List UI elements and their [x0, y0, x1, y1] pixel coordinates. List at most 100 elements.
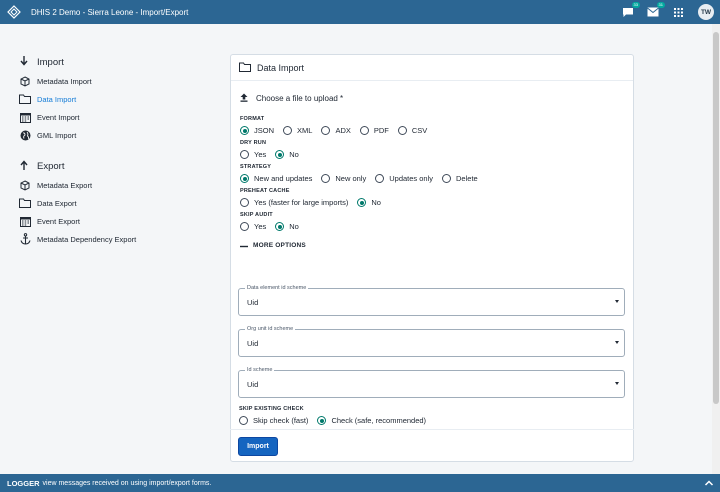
- radio-selected: [275, 222, 285, 231]
- format-option-adx[interactable]: ADX: [321, 126, 351, 135]
- sidebar-item-metadata-dependency-export[interactable]: Metadata Dependency Export: [18, 230, 218, 248]
- strategy-option-updates-only[interactable]: Updates only: [375, 174, 433, 183]
- format-option-csv[interactable]: CSV: [397, 126, 427, 135]
- radio-label: PDF: [373, 126, 389, 135]
- preheat-cache-option-yes[interactable]: Yes (faster for large imports): [240, 198, 348, 207]
- format-radio-group: JSON XML ADX PDF CSV: [240, 124, 633, 137]
- sidebar-item-data-import[interactable]: Data Import: [18, 90, 218, 108]
- radio-label: New only: [335, 174, 367, 183]
- apps-menu-button[interactable]: [671, 5, 685, 19]
- select-value: Uid: [247, 339, 259, 348]
- sidebar-item-label: Data Export: [37, 198, 77, 208]
- dry-run-option-yes[interactable]: Yes: [240, 150, 266, 159]
- data-import-card: Data Import Choose a file to upload * FO…: [230, 54, 634, 462]
- strategy-option-new-and-updates[interactable]: New and updates: [240, 174, 312, 183]
- preheat-cache-option-no[interactable]: No: [357, 198, 381, 207]
- skip-existing-option-skip[interactable]: Skip check (fast): [239, 416, 308, 425]
- upload-label: Choose a file to upload *: [256, 93, 344, 103]
- sidebar-item-event-import[interactable]: Event Import: [18, 108, 218, 126]
- sidebar-item-metadata-import[interactable]: Metadata Import: [18, 72, 218, 90]
- radio-label: Delete: [456, 174, 478, 183]
- select-label: Org unit id scheme: [245, 326, 296, 332]
- radio-label: Yes: [254, 150, 267, 159]
- format-option-pdf[interactable]: PDF: [359, 126, 389, 135]
- radio-label: Check (safe, recommended): [331, 416, 427, 425]
- sidebar-item-metadata-export[interactable]: Metadata Export: [18, 176, 218, 194]
- format-label: FORMAT: [240, 116, 265, 122]
- skip-existing-option-check[interactable]: Check (safe, recommended): [317, 416, 426, 425]
- arrow-down-icon: [18, 55, 30, 69]
- radio-unselected: [359, 126, 369, 135]
- radio-unselected: [375, 174, 385, 183]
- dry-run-label: DRY RUN: [240, 140, 267, 146]
- id-scheme-select[interactable]: Id scheme Uid: [238, 367, 625, 398]
- interpretations-button[interactable]: 33: [621, 2, 640, 19]
- dry-run-radio-group: Yes No: [240, 148, 633, 161]
- export-section-title: Export: [37, 160, 65, 172]
- skip-existing-check-radio-group: Skip check (fast) Check (safe, recommend…: [239, 414, 435, 427]
- data-element-id-scheme-select[interactable]: Data element id scheme Uid: [238, 285, 625, 316]
- sidebar-item-gml-import[interactable]: GML Import: [18, 126, 218, 144]
- org-unit-id-scheme-select[interactable]: Org unit id scheme Uid: [238, 326, 625, 357]
- radio-unselected: [442, 174, 452, 183]
- messages-badge: 31: [656, 2, 665, 8]
- sidebar-item-data-export[interactable]: Data Export: [18, 194, 218, 212]
- radio-label: ADX: [335, 126, 351, 135]
- radio-label: Yes: [254, 222, 267, 231]
- radio-unselected: [283, 126, 293, 135]
- chevron-up-icon[interactable]: [704, 478, 714, 488]
- app-header: DHIS 2 Demo - Sierra Leone - Import/Expo…: [0, 0, 720, 24]
- export-section-header: Export: [18, 156, 218, 176]
- caret-down-icon: [615, 341, 619, 344]
- user-avatar[interactable]: TW: [698, 4, 714, 20]
- sidebar-item-label: Event Import: [37, 112, 80, 122]
- radio-unselected: [240, 222, 249, 231]
- dhis2-logo-icon[interactable]: [7, 5, 21, 19]
- skip-existing-check-label: SKIP EXISTING CHECK: [239, 406, 304, 412]
- format-option-xml[interactable]: XML: [283, 126, 312, 135]
- folder-icon: [18, 197, 32, 209]
- anchor-icon: [18, 233, 32, 245]
- scrollbar-thumb[interactable]: [713, 32, 719, 404]
- folder-icon: [239, 62, 251, 74]
- dry-run-option-no[interactable]: No: [275, 150, 299, 159]
- radio-label: JSON: [254, 126, 275, 135]
- radio-unselected: [240, 198, 249, 207]
- logger-tag: LOGGER: [7, 478, 40, 488]
- radio-unselected: [239, 416, 248, 425]
- strategy-option-delete[interactable]: Delete: [442, 174, 478, 183]
- more-options-toggle[interactable]: MORE OPTIONS: [240, 239, 633, 251]
- arrow-up-icon: [18, 159, 30, 173]
- sidebar-item-label: Metadata Dependency Export: [37, 234, 137, 244]
- radio-label: No: [289, 150, 299, 159]
- radio-unselected: [397, 126, 407, 135]
- apps-grid-icon: [673, 7, 683, 17]
- messages-button[interactable]: 31: [646, 2, 665, 19]
- sidebar-item-label: Event Export: [37, 216, 80, 226]
- file-upload-button[interactable]: Choose a file to upload *: [240, 91, 633, 105]
- sidebar-item-event-export[interactable]: Event Export: [18, 212, 218, 230]
- strategy-radio-group: New and updates New only Updates only De…: [240, 172, 633, 185]
- radio-label: Updates only: [389, 174, 434, 183]
- radio-selected: [317, 416, 327, 425]
- preheat-cache-radio-group: Yes (faster for large imports) No: [240, 196, 633, 209]
- radio-label: New and updates: [254, 174, 313, 183]
- card-title: Data Import: [257, 62, 305, 73]
- skip-audit-option-yes[interactable]: Yes: [240, 222, 266, 231]
- interpretations-badge: 33: [631, 2, 640, 8]
- radio-label: XML: [297, 126, 313, 135]
- format-option-json[interactable]: JSON: [240, 126, 274, 135]
- radio-selected: [357, 198, 367, 207]
- folder-icon: [18, 93, 32, 105]
- logger-bar[interactable]: LOGGER view messages received on using i…: [0, 474, 720, 492]
- strategy-option-new-only[interactable]: New only: [321, 174, 366, 183]
- page-scrollbar[interactable]: [712, 24, 720, 474]
- skip-audit-option-no[interactable]: No: [275, 222, 299, 231]
- import-button[interactable]: Import: [238, 437, 278, 456]
- skip-audit-radio-group: Yes No: [240, 220, 633, 233]
- skip-audit-label: SKIP AUDIT: [240, 212, 273, 218]
- sidebar-item-label: Metadata Import: [37, 76, 92, 86]
- logger-message: view messages received on using import/e…: [42, 479, 212, 487]
- strategy-label: STRATEGY: [240, 164, 272, 170]
- card-header: Data Import: [231, 55, 633, 81]
